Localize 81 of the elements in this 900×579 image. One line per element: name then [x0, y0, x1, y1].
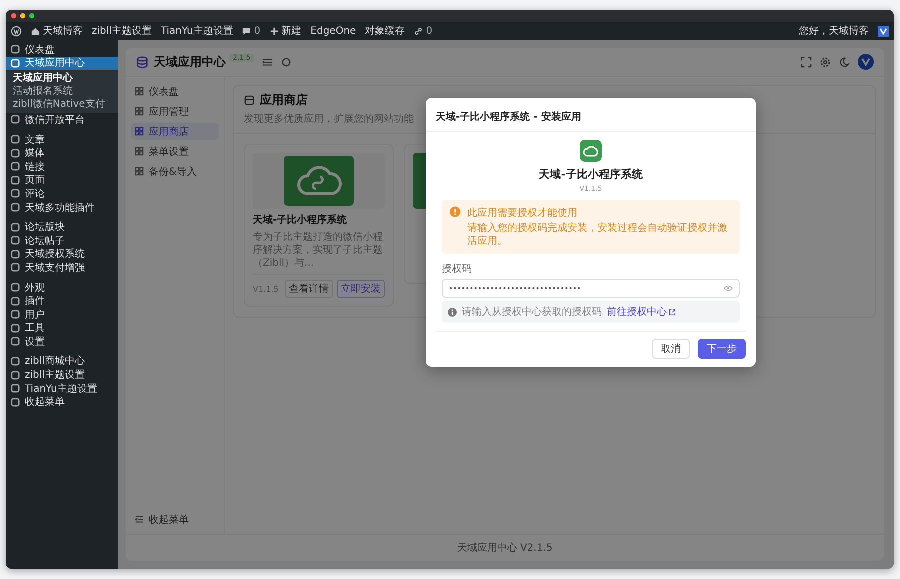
- admin-bar-link[interactable]: 对象缓存: [365, 24, 406, 38]
- admin-bar-link[interactable]: 0: [414, 26, 433, 36]
- nav-item[interactable]: 应用管理: [131, 103, 219, 120]
- grid-icon: [135, 167, 144, 176]
- submenu-item[interactable]: zibll微信Native支付: [6, 98, 118, 112]
- fullscreen-icon[interactable]: [801, 56, 812, 68]
- admin-bar-link[interactable]: EdgeOne: [310, 26, 356, 36]
- admin-bar-link[interactable]: zibll主题设置: [92, 24, 152, 38]
- collapse-icon: [135, 515, 144, 524]
- admin-bar-link[interactable]: 天域博客: [31, 24, 83, 38]
- install-button[interactable]: 立即安装: [337, 280, 385, 298]
- alert-text: 请输入您的授权码完成安装，安装过程会自动验证授权并激活应用。: [468, 222, 729, 248]
- sidebar-item[interactable]: 收起菜单: [6, 395, 118, 410]
- sidebar-item[interactable]: 论坛版块: [6, 220, 118, 234]
- moon-icon[interactable]: [839, 56, 850, 68]
- info-icon: [448, 308, 457, 316]
- sidebar-item[interactable]: 评论: [6, 187, 118, 201]
- nav-item[interactable]: 菜单设置: [131, 143, 219, 160]
- sidebar-item[interactable]: 仪表盘: [6, 43, 118, 57]
- database-icon: [136, 56, 149, 68]
- sidebar-item[interactable]: 设置: [6, 335, 118, 349]
- nav-item[interactable]: 仪表盘: [131, 83, 219, 100]
- app-description: 专为子比主题打造的微信小程序解决方案，实现了子比主题（Zibll）与...: [253, 231, 384, 270]
- app-name: 天域-子比小程序系统: [253, 213, 348, 227]
- app-title: 天域应用中心: [154, 54, 226, 70]
- comment-icon: [242, 26, 252, 36]
- sidebar-item[interactable]: 用户: [6, 308, 118, 322]
- store-icon: [244, 95, 255, 106]
- details-button[interactable]: 查看详情: [285, 280, 333, 298]
- admin-bar-link[interactable]: 0: [242, 26, 261, 36]
- grid-icon: [135, 107, 144, 116]
- menu-toggle-icon[interactable]: [262, 56, 273, 68]
- wordpress-logo-icon[interactable]: [11, 26, 22, 36]
- alert-title: 此应用需要授权才能使用: [468, 206, 579, 220]
- sidebar-item[interactable]: TianYu主题设置: [6, 382, 118, 396]
- sidebar-item[interactable]: 外观: [6, 280, 118, 294]
- warning-icon: [450, 206, 461, 218]
- submenu-item[interactable]: 活动报名系统: [6, 85, 118, 98]
- sidebar-item[interactable]: 工具: [6, 322, 118, 336]
- sidebar-item[interactable]: 天域支付增强: [6, 261, 118, 275]
- hint-text: 请输入从授权中心获取的授权码: [462, 306, 602, 319]
- collapse-menu-link[interactable]: 收起菜单: [131, 511, 219, 528]
- link-icon: [414, 26, 424, 36]
- footer-version: 天域应用中心 V2.1.5: [457, 542, 553, 555]
- settings-icon[interactable]: [820, 56, 831, 68]
- sidebar-item[interactable]: zibll主题设置: [6, 368, 118, 382]
- avatar-icon[interactable]: [878, 26, 889, 36]
- field-label: 授权码: [442, 262, 472, 276]
- nav-item[interactable]: 备份&导入: [131, 163, 219, 180]
- sidebar-item[interactable]: 页面: [6, 174, 118, 188]
- eye-icon[interactable]: [724, 285, 733, 292]
- app-name: 天域-子比小程序系统: [539, 167, 643, 182]
- submenu-item[interactable]: 天域应用中心: [6, 72, 118, 86]
- sidebar-item[interactable]: 文章: [6, 132, 118, 146]
- license-center-link[interactable]: 前往授权中心: [607, 305, 676, 319]
- grid-icon: [135, 127, 144, 136]
- next-button[interactable]: 下一步: [698, 339, 746, 359]
- sidebar-item[interactable]: 微信开放平台: [6, 113, 118, 127]
- store-subtitle: 发现更多优质应用，扩展您的网站功能: [244, 112, 414, 126]
- sidebar-item[interactable]: 天域授权系统: [6, 248, 118, 262]
- sidebar-item[interactable]: zibll商城中心: [6, 354, 118, 368]
- sidebar-item[interactable]: 插件: [6, 294, 118, 308]
- cloud-icon: [284, 156, 354, 206]
- cloud-icon: [580, 140, 602, 162]
- account-link[interactable]: 您好，天域博客: [799, 24, 869, 38]
- admin-bar-link[interactable]: 新建: [270, 24, 302, 38]
- sidebar-item[interactable]: 天域多功能插件: [6, 200, 118, 214]
- dialog-title: 天域-子比小程序系统 - 安装应用: [436, 112, 582, 123]
- sidebar-item[interactable]: 媒体: [6, 146, 118, 160]
- store-title: 应用商店: [260, 92, 308, 109]
- grid-icon: [135, 147, 144, 156]
- external-link-icon: [669, 308, 676, 316]
- grid-icon: [135, 87, 144, 96]
- cancel-button[interactable]: 取消: [652, 339, 690, 359]
- sidebar-item[interactable]: 链接: [6, 160, 118, 174]
- sidebar-item[interactable]: 论坛帖子: [6, 234, 118, 248]
- plus-icon: [270, 26, 279, 36]
- home-icon: [31, 26, 40, 36]
- sidebar-item[interactable]: 天域应用中心: [6, 56, 118, 70]
- window-controls-icon[interactable]: [11, 13, 37, 19]
- admin-bar-link[interactable]: TianYu主题设置: [160, 24, 234, 38]
